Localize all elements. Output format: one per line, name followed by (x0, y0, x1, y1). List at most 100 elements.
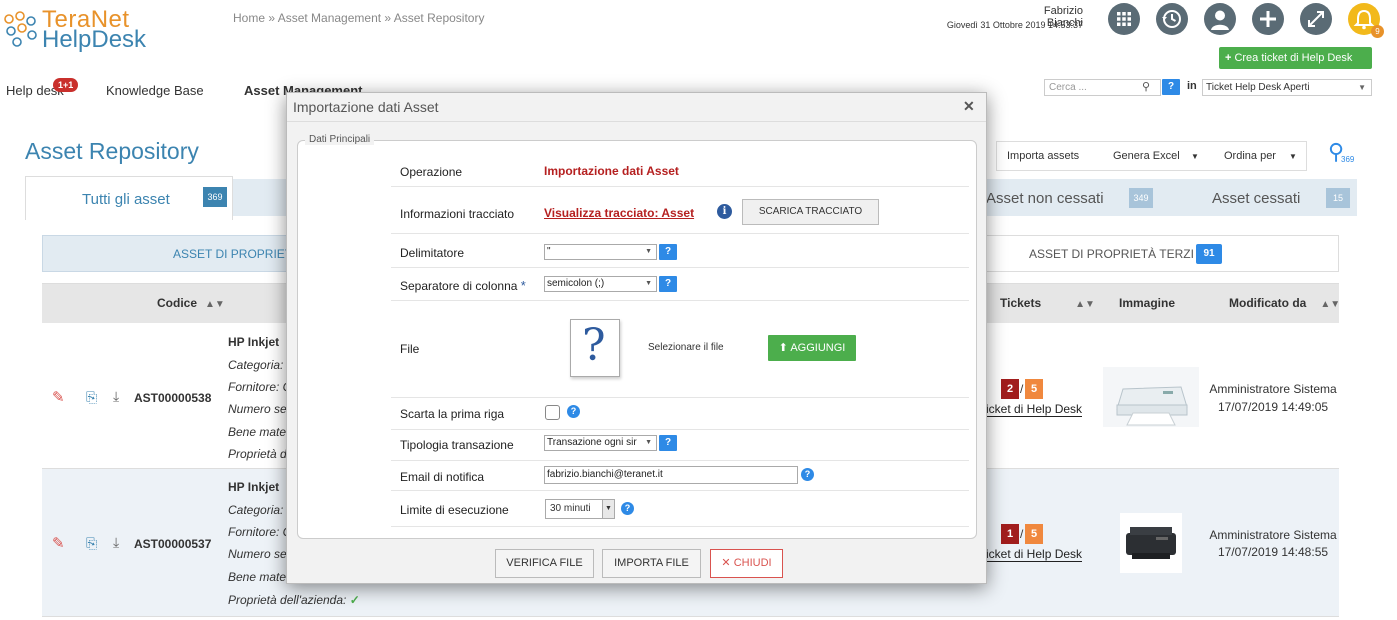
modal-header-divider (287, 121, 986, 122)
new-ticket-link[interactable]: icket di Help Desk (986, 402, 1083, 417)
asset-image[interactable] (1120, 513, 1182, 573)
download-trace-button[interactable]: SCARICA TRACCIATO (742, 199, 879, 225)
history-icon[interactable] (1156, 3, 1188, 35)
separator-value: semicolon (;) (547, 278, 605, 289)
subtab-owned-assets[interactable]: ASSET DI PROPRIETÀ (42, 235, 302, 272)
user-datetime: Giovedì 31 Ottobre 2019 14:53:37 (946, 20, 1083, 30)
file-placeholder-icon[interactable]: ? (570, 319, 620, 377)
logo-text-helpdesk: HelpDesk (42, 26, 147, 53)
skip-first-row-label: Scarta la prima riga (400, 407, 505, 421)
breadcrumb[interactable]: Home » Asset Management » Asset Reposito… (233, 11, 484, 25)
apps-grid-icon[interactable] (1108, 3, 1140, 35)
help-icon[interactable]: ? (567, 405, 580, 418)
close-label: CHIUDI (733, 557, 772, 569)
duplicate-icon[interactable]: ⎘ (86, 535, 97, 552)
fullscreen-icon[interactable] (1300, 3, 1332, 35)
download-icon[interactable]: ⤓ (113, 388, 119, 405)
file-label: File (400, 342, 420, 356)
edit-pencil-icon[interactable]: ✎ (52, 388, 65, 406)
add-file-button[interactable]: ⬆ AGGIUNGI (768, 335, 856, 361)
search-help-button[interactable]: ? (1162, 79, 1180, 95)
tab-active-assets[interactable]: Asset non cessati (986, 190, 1104, 207)
asset-toolbar: Importa assets Genera Excel ▼ Ordina per… (996, 141, 1307, 171)
close-button[interactable]: ✕ CHIUDI (710, 549, 783, 578)
ticket-separator: / (1020, 382, 1024, 396)
question-mark-icon: ? (582, 320, 606, 371)
asset-category: Categoria: (228, 358, 284, 372)
fieldset-legend: Dati Principali (305, 134, 375, 145)
column-header-code[interactable]: Codice ▲▼ (157, 296, 225, 310)
view-trace-link[interactable]: Visualizza tracciato: Asset (544, 206, 694, 220)
notifications-count-badge: 9 (1371, 25, 1384, 38)
export-excel-button[interactable]: Genera Excel (1113, 150, 1180, 162)
help-icon[interactable]: ? (621, 502, 634, 515)
delimiter-select[interactable]: " ▼ (544, 244, 657, 260)
asset-image[interactable] (1103, 367, 1199, 427)
open-tickets-badge[interactable]: 1 (1001, 524, 1019, 544)
nav-knowledge-base[interactable]: Knowledge Base (106, 83, 204, 98)
tab-retired-assets[interactable]: Asset cessati (1212, 190, 1300, 207)
column-header-tickets[interactable]: Tickets ▲▼ (1000, 296, 1095, 310)
import-file-button[interactable]: IMPORTA FILE (602, 549, 701, 578)
delimiter-help-button[interactable]: ? (659, 244, 677, 260)
column-header-modified-by[interactable]: Modificato da ▲▼ (1229, 296, 1340, 310)
verify-file-button[interactable]: VERIFICA FILE (495, 549, 594, 578)
notification-email-input[interactable]: fabrizio.bianchi@teranet.it (544, 466, 798, 484)
sort-icon: ▲▼ (205, 299, 225, 310)
search-result-count: 369 (1341, 155, 1355, 164)
tab-all-assets[interactable]: Tutti gli asset 369 (25, 176, 233, 220)
asset-serial: Numero se (228, 402, 287, 416)
modified-by-user: Amministratore Sistema (1209, 528, 1337, 542)
modified-by-user: Amministratore Sistema (1209, 382, 1337, 396)
import-modal: Importazione dati Asset ✕ Dati Principal… (286, 92, 987, 584)
asset-name[interactable]: HP Inkjet (228, 335, 279, 349)
chevron-down-icon: ▼ (645, 248, 652, 255)
helpdesk-count-badge: 1+1 (53, 78, 79, 92)
asset-code[interactable]: AST00000538 (134, 391, 211, 405)
required-asterisk-icon: * (520, 278, 526, 293)
separator-label: Separatore di colonna * (400, 278, 526, 293)
edit-pencil-icon[interactable]: ✎ (52, 534, 65, 552)
form-row (391, 234, 969, 268)
separator-label-text: Separatore di colonna (400, 279, 518, 293)
separator-help-button[interactable]: ? (659, 276, 677, 292)
execution-limit-select[interactable]: 30 minuti ▼ (545, 499, 615, 519)
add-icon[interactable] (1252, 3, 1284, 35)
logo[interactable]: TeraNet HelpDesk (2, 4, 182, 53)
chevron-down-icon: ▼ (645, 439, 652, 446)
column-tickets-label: Tickets (1000, 296, 1042, 310)
add-file-label: AGGIUNGI (790, 342, 846, 354)
import-assets-button[interactable]: Importa assets (1007, 150, 1079, 162)
asset-ownership: Proprietà d (228, 447, 287, 461)
asset-name[interactable]: HP Inkjet (228, 480, 279, 494)
total-tickets-badge[interactable]: 5 (1025, 524, 1043, 544)
open-tickets-badge[interactable]: 2 (1001, 379, 1019, 399)
asset-code[interactable]: AST00000537 (134, 537, 211, 551)
search-icon[interactable]: ⚲ (1142, 80, 1150, 93)
transaction-help-button[interactable]: ? (659, 435, 677, 451)
printer-image (1116, 386, 1188, 426)
tab-all-assets-count: 369 (203, 187, 227, 207)
info-icon[interactable]: i (717, 204, 732, 219)
asset-category: Categoria: (228, 503, 284, 517)
separator-select[interactable]: semicolon (;) ▼ (544, 276, 657, 292)
modal-title: Importazione dati Asset (293, 99, 439, 115)
user-profile-icon[interactable] (1204, 3, 1236, 35)
ticket-scope-select[interactable]: Ticket Help Desk Aperti ▼ (1202, 79, 1372, 96)
download-icon[interactable]: ⤓ (113, 534, 119, 551)
chevron-down-icon: ▼ (1289, 152, 1297, 161)
sort-by-button[interactable]: Ordina per (1224, 150, 1276, 162)
new-ticket-button[interactable]: + Crea ticket di Help Desk (1219, 47, 1372, 69)
close-icon[interactable]: ✕ (963, 98, 975, 115)
transaction-select[interactable]: Transazione ogni sir ▼ (544, 435, 657, 451)
skip-first-row-checkbox[interactable] (545, 405, 560, 420)
new-ticket-link[interactable]: icket di Help Desk (986, 547, 1083, 562)
duplicate-icon[interactable]: ⎘ (86, 389, 97, 406)
total-tickets-badge[interactable]: 5 (1025, 379, 1043, 399)
checkmark-icon: ✓ (349, 593, 360, 607)
asset-ownership: Proprietà dell'azienda: ✓ (228, 593, 360, 607)
search-in-label: in (1187, 80, 1197, 92)
delimiter-label: Delimitatore (400, 246, 465, 260)
help-icon[interactable]: ? (801, 468, 814, 481)
subtab-third-party-assets[interactable]: ASSET DI PROPRIETÀ TERZI (1029, 247, 1194, 261)
